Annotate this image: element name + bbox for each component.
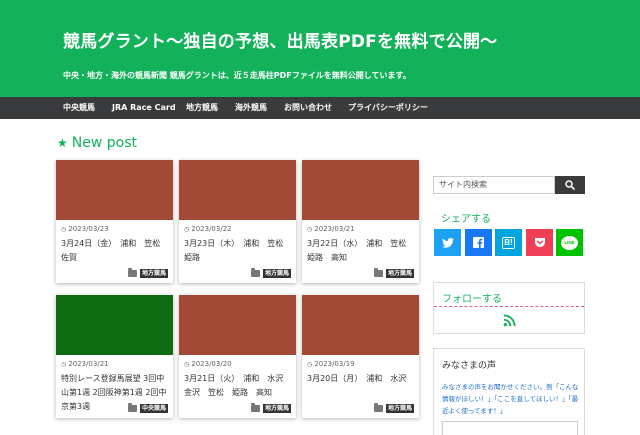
clock-icon: ◷ [61, 361, 67, 368]
post-card[interactable]: ◷ 2023/03/21 特別レース登録馬展望 3回中山第1週 2回阪神第1週 2… [56, 295, 173, 418]
twitter-share-button[interactable] [434, 229, 461, 256]
folder-icon [127, 403, 137, 412]
nav-item-local-racing[interactable]: 地方競馬 [186, 97, 218, 119]
rss-feed-icon[interactable] [503, 314, 516, 327]
folder-icon [373, 403, 383, 412]
post-category: 地方競馬 [127, 268, 168, 278]
post-card[interactable]: ◷ 2023/03/19 3月20日（月） 浦和 水沢 地方競馬 [302, 295, 419, 418]
post-category: 中央競馬 [127, 403, 168, 413]
new-post-heading: ★ New post [57, 135, 137, 151]
feedback-widget: みなさまの声 みなさまの声をお聞かせください。例「こんな情報がほしい！」「ここを… [433, 348, 585, 435]
post-category: 地方競馬 [373, 268, 414, 278]
facebook-icon [473, 237, 484, 248]
post-category: 地方競馬 [250, 403, 291, 413]
category-badge[interactable]: 中央競馬 [139, 404, 168, 413]
post-category: 地方競馬 [373, 403, 414, 413]
nav-item-jra-race-card[interactable]: JRA Race Card [112, 97, 176, 119]
folder-icon [250, 268, 260, 277]
site-title[interactable]: 競馬グラント〜独自の予想、出馬表PDFを無料で公開〜 [63, 27, 497, 52]
star-icon: ★ [57, 136, 68, 150]
twitter-icon [441, 237, 454, 248]
new-post-label: New post [71, 135, 137, 151]
clock-icon: ◷ [184, 361, 190, 368]
post-date: ◷ 2023/03/22 [184, 225, 232, 233]
post-thumbnail[interactable] [56, 160, 173, 220]
search-button[interactable] [555, 176, 585, 194]
post-thumbnail[interactable] [179, 160, 296, 220]
nav-item-contact[interactable]: お問い合わせ [284, 97, 332, 119]
search-input[interactable]: サイト内検索 [433, 176, 555, 194]
category-badge[interactable]: 地方競馬 [385, 404, 414, 413]
category-badge[interactable]: 地方競馬 [262, 269, 291, 278]
post-date: ◷ 2023/03/19 [307, 360, 355, 368]
clock-icon: ◷ [184, 226, 190, 233]
line-share-button[interactable]: LINE [556, 229, 583, 256]
nav-item-overseas-racing[interactable]: 海外競馬 [235, 97, 267, 119]
site-header: 競馬グラント〜独自の予想、出馬表PDFを無料で公開〜 中央・地方・海外の競馬新聞… [0, 0, 640, 97]
follow-widget: フォローする [433, 282, 585, 334]
facebook-share-button[interactable] [465, 229, 492, 256]
post-card[interactable]: ◷ 2023/03/21 3月22日（水） 浦和 笠松 姫路 高知 地方競馬 [302, 160, 419, 283]
post-date: ◷ 2023/03/20 [184, 360, 232, 368]
feedback-description: みなさまの声をお聞かせください。例「こんな情報がほしい！」「ここを直してほしい！… [442, 383, 579, 415]
follow-divider [434, 306, 584, 307]
post-card[interactable]: ◷ 2023/03/22 3月23日（木） 浦和 笠松 姫路 地方競馬 [179, 160, 296, 283]
post-thumbnail[interactable] [302, 160, 419, 220]
category-badge[interactable]: 地方競馬 [139, 269, 168, 278]
post-date: ◷ 2023/03/23 [61, 225, 109, 233]
pocket-share-button[interactable] [526, 229, 553, 256]
post-date: ◷ 2023/03/21 [307, 225, 355, 233]
feedback-heading: みなさまの声 [442, 361, 497, 371]
post-card[interactable]: ◷ 2023/03/23 3月24日（金） 浦和 笠松 佐賀 地方競馬 [56, 160, 173, 283]
nav-item-central-racing[interactable]: 中央競馬 [63, 97, 95, 119]
follow-heading: フォローする [442, 294, 502, 305]
hatena-icon: B! [502, 236, 515, 249]
main-nav: 中央競馬 JRA Race Card 地方競馬 海外競馬 お問い合わせ プライバ… [0, 97, 640, 119]
clock-icon: ◷ [307, 361, 313, 368]
clock-icon: ◷ [307, 226, 313, 233]
post-card[interactable]: ◷ 2023/03/20 3月21日（火） 浦和 水沢 金沢 笠松 姫路 高知 地… [179, 295, 296, 418]
post-thumbnail[interactable] [179, 295, 296, 355]
search-icon [565, 180, 575, 190]
share-heading: シェアする [441, 214, 491, 225]
category-badge[interactable]: 地方競馬 [262, 404, 291, 413]
post-category: 地方競馬 [250, 268, 291, 278]
site-description: 中央・地方・海外の競馬新聞 競馬グラントは、近５走馬柱PDFファイルを無料公開し… [63, 71, 411, 80]
folder-icon [373, 268, 383, 277]
pocket-icon [534, 238, 545, 247]
post-thumbnail[interactable] [302, 295, 419, 355]
clock-icon: ◷ [61, 226, 67, 233]
feedback-input[interactable] [442, 421, 578, 435]
post-thumbnail[interactable] [56, 295, 173, 355]
hatena-share-button[interactable]: B! [495, 229, 522, 256]
nav-item-privacy-policy[interactable]: プライバシーポリシー [348, 97, 428, 119]
folder-icon [250, 403, 260, 412]
category-badge[interactable]: 地方競馬 [385, 269, 414, 278]
folder-icon [127, 268, 137, 277]
line-icon: LINE [561, 235, 578, 250]
post-date: ◷ 2023/03/21 [61, 360, 109, 368]
